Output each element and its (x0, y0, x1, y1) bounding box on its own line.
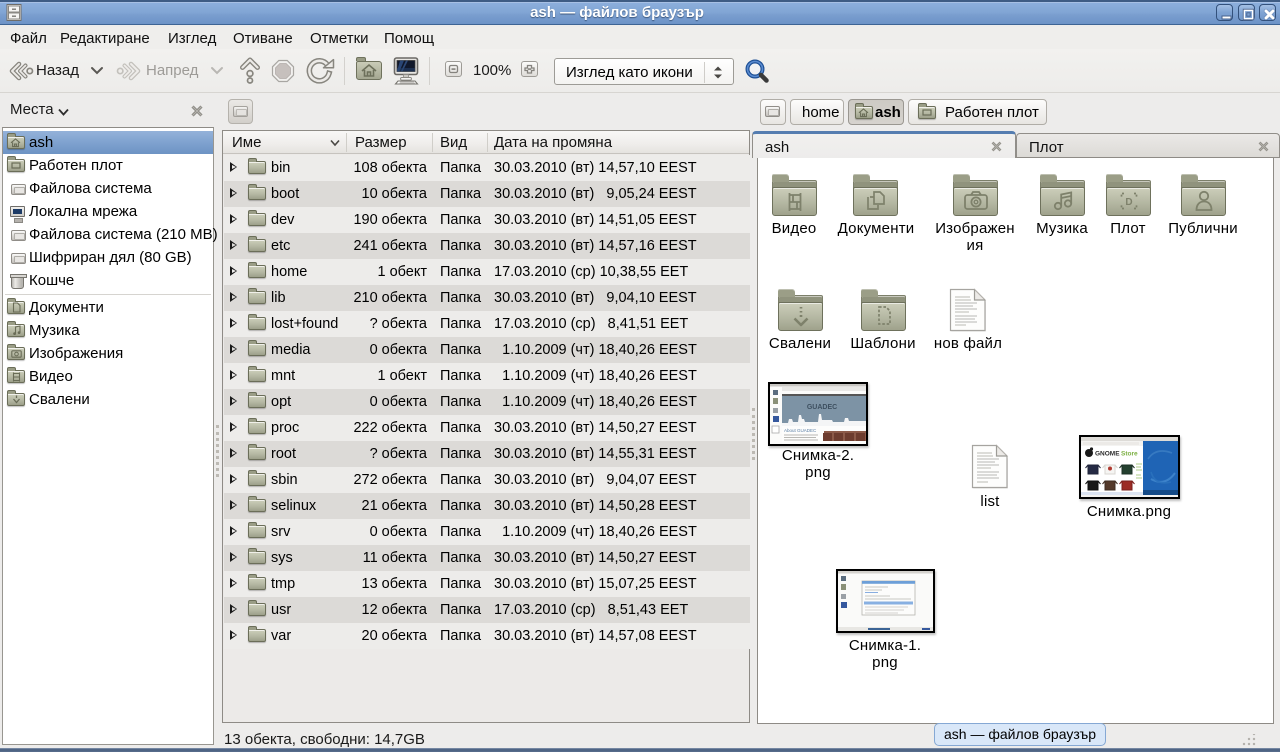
svg-text:Store: Store (1121, 451, 1138, 458)
svg-text:GUADEC: GUADEC (807, 404, 837, 411)
svg-text:About GUADEC: About GUADEC (784, 428, 817, 433)
svg-text:D: D (1125, 197, 1132, 208)
svg-text:GNOME: GNOME (1095, 451, 1120, 458)
